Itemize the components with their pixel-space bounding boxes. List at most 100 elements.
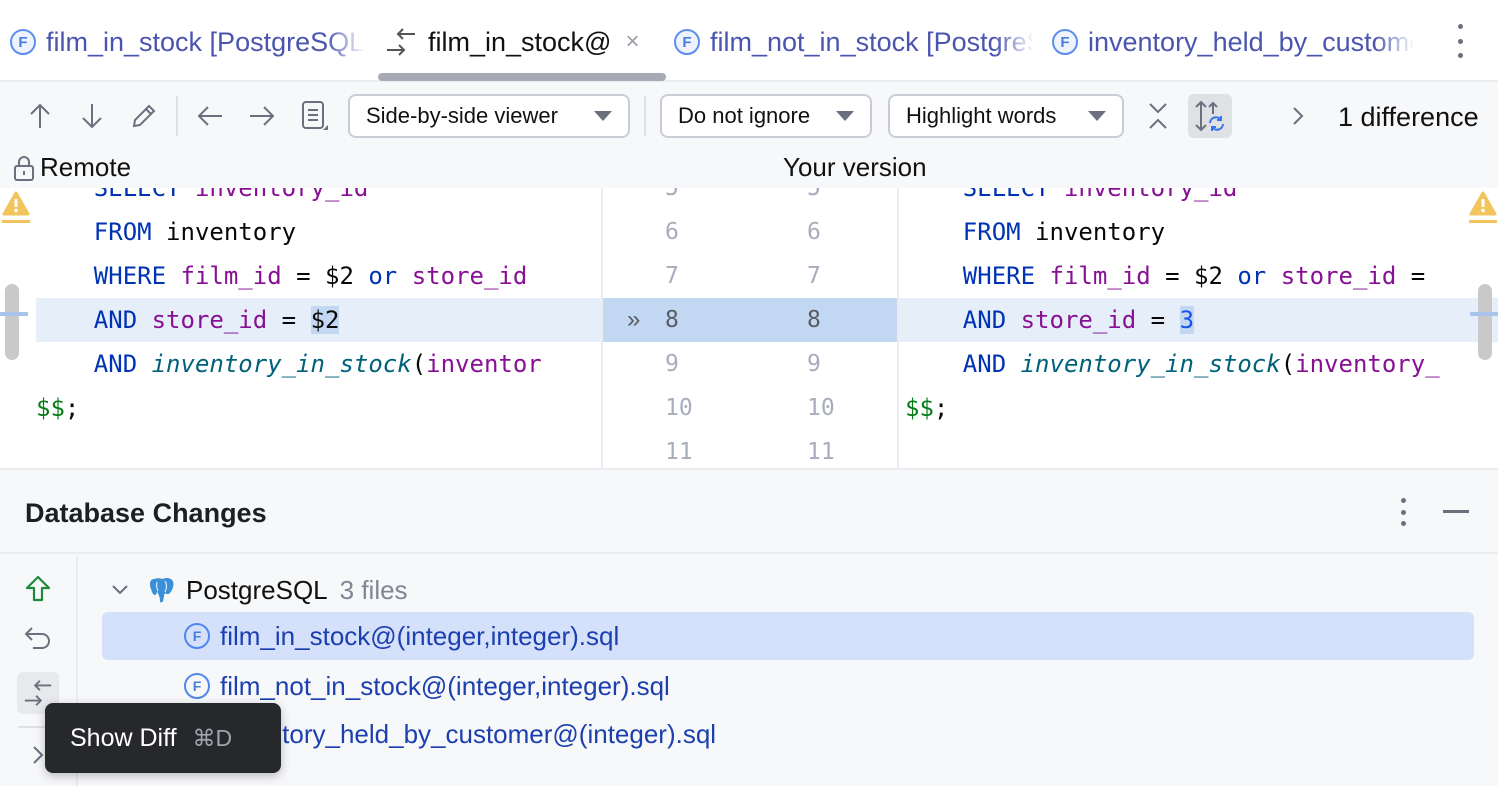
- changed-code-line[interactable]: AND store_id = $2: [36, 298, 601, 342]
- tab-film-in-stock-postgresql[interactable]: F film_in_stock [PostgreSQL: [10, 20, 372, 64]
- collapse-unchanged-button[interactable]: [1140, 98, 1176, 134]
- tab-film-in-stock-diff[interactable]: film_in_stock@ ×: [384, 20, 639, 64]
- code-token: ;: [64, 394, 80, 422]
- code-token: $$: [905, 394, 934, 422]
- left-side-title: Remote: [12, 152, 131, 183]
- more-tabs-icon[interactable]: [1450, 24, 1470, 58]
- diff-editor: SELECT inventory_id FROM inventory WHERE…: [0, 188, 1498, 470]
- panel-title: Database Changes: [25, 498, 267, 528]
- code-line[interactable]: [0, 430, 601, 468]
- highlight-mode-value: Highlight words: [906, 103, 1057, 128]
- warning-icon[interactable]: [2, 190, 30, 224]
- ignore-whitespace-dropdown[interactable]: Do not ignore: [660, 94, 872, 138]
- code-line[interactable]: SELECT inventory_id: [0, 188, 601, 210]
- code-token: ;: [933, 394, 949, 422]
- code-token: or: [1237, 262, 1267, 290]
- code-token: or: [368, 262, 398, 290]
- code-line[interactable]: $$;: [899, 386, 1498, 430]
- tab-film-not-in-stock[interactable]: F film_not_in_stock [PostgreSQL: [674, 20, 1034, 64]
- code-line[interactable]: AND inventory_in_stock(inventory_: [899, 342, 1498, 386]
- code-token: film_id: [180, 262, 282, 290]
- panel-header: Database Changes: [0, 470, 1498, 554]
- code-token: (: [1280, 350, 1296, 378]
- group-name: PostgreSQL: [186, 574, 328, 605]
- diff-toolbar: Side-by-side viewer Do not ignore Highli…: [0, 82, 1498, 188]
- right-line-number: 6: [807, 219, 821, 245]
- right-scrollbar[interactable]: [1478, 284, 1492, 360]
- chevron-right-icon: [33, 746, 44, 764]
- toolbar-separator: [176, 96, 178, 136]
- left-line-number: 11: [665, 439, 693, 465]
- tooltip-shortcut: ⌘D: [192, 724, 233, 751]
- code-token: AND: [93, 306, 138, 334]
- code-line[interactable]: WHERE film_id = $2 or store_id: [0, 254, 601, 298]
- tree-file-item[interactable]: F film_in_stock@(integer,integer).sql: [102, 612, 1474, 660]
- left-change-marker: [0, 312, 28, 316]
- tree-file-item[interactable]: F inventory_held_by_customer@(integer).s…: [102, 711, 1474, 757]
- editor-tab-bar: F film_in_stock [PostgreSQL film_in_stoc…: [0, 0, 1498, 82]
- file-name: inventory_held_by_customer@(integer).sql: [220, 718, 717, 749]
- left-line-number: 8: [665, 307, 679, 333]
- minimize-icon[interactable]: [1443, 510, 1469, 513]
- rollback-button[interactable]: [17, 618, 59, 660]
- right-code-pane[interactable]: SELECT inventory_id FROM inventory WHERE…: [899, 188, 1498, 468]
- dropdown-arrow-icon: [1088, 111, 1106, 121]
- code-token: =: [1396, 262, 1426, 290]
- viewer-mode-dropdown[interactable]: Side-by-side viewer: [348, 94, 630, 138]
- push-button[interactable]: [17, 568, 59, 610]
- code-line[interactable]: AND inventory_in_stock(inventor: [0, 342, 601, 386]
- edit-icon: [132, 104, 156, 128]
- tab-label: film_in_stock@: [428, 26, 612, 57]
- next-file-button[interactable]: [244, 98, 280, 134]
- apply-change-icon[interactable]: »: [627, 298, 641, 342]
- close-tab-icon[interactable]: ×: [625, 28, 639, 56]
- code-line[interactable]: $$;: [0, 386, 601, 430]
- next-difference-button[interactable]: [74, 98, 110, 134]
- code-line[interactable]: FROM inventory: [0, 210, 601, 254]
- toolbar-separator: [644, 96, 646, 136]
- tab-inventory-held-by-customer[interactable]: F inventory_held_by_customer: [1052, 20, 1414, 64]
- arrow-down-icon: [82, 104, 102, 129]
- tab-label: film_in_stock [PostgreSQL: [46, 26, 365, 57]
- rollback-icon: [24, 627, 50, 649]
- left-scrollbar[interactable]: [5, 284, 19, 360]
- left-line-number: 9: [665, 351, 679, 377]
- sync-scroll-toggle[interactable]: [1188, 94, 1232, 138]
- code-token: store_id: [1020, 306, 1137, 334]
- sync-scroll-icon: [1195, 100, 1224, 132]
- code-token: FROM: [93, 218, 152, 246]
- code-line[interactable]: WHERE film_id = $2 or store_id =: [899, 254, 1498, 298]
- right-line-number: 5: [807, 188, 821, 201]
- collapse-icon: [1149, 103, 1167, 129]
- lock-icon: [14, 155, 34, 181]
- code-token: inventory_id: [1063, 188, 1238, 202]
- next-change-button[interactable]: [1280, 98, 1316, 134]
- code-line[interactable]: [899, 430, 1498, 468]
- code-line[interactable]: SELECT inventory_id: [899, 188, 1498, 210]
- tree-file-item[interactable]: F film_not_in_stock@(integer,integer).sq…: [102, 663, 1474, 709]
- panel-options-icon[interactable]: [1395, 498, 1411, 526]
- line-number-gutter: 5 5 6 6 7 7 » 8 8 9 9 10 10 11 11: [601, 188, 899, 468]
- warning-icon[interactable]: [1469, 190, 1497, 224]
- previous-difference-button[interactable]: [22, 98, 58, 134]
- code-token: $$: [36, 394, 65, 422]
- right-change-marker: [1470, 312, 1498, 316]
- previous-file-button[interactable]: [192, 98, 228, 134]
- edit-source-button[interactable]: [126, 98, 162, 134]
- document-settings-icon: [302, 101, 328, 130]
- right-line-number: 10: [807, 395, 835, 421]
- code-line[interactable]: FROM inventory: [899, 210, 1498, 254]
- changed-code-line[interactable]: AND store_id = 3: [899, 298, 1498, 342]
- file-settings-button[interactable]: [296, 98, 332, 134]
- tree-group-postgresql[interactable]: PostgreSQL 3 files: [104, 567, 408, 613]
- arrow-right-icon: [250, 106, 275, 126]
- code-token: inventory_in_stock: [1020, 350, 1281, 378]
- left-code-pane[interactable]: SELECT inventory_id FROM inventory WHERE…: [0, 188, 601, 468]
- chevron-down-icon[interactable]: [108, 580, 132, 600]
- highlight-mode-dropdown[interactable]: Highlight words: [888, 94, 1124, 138]
